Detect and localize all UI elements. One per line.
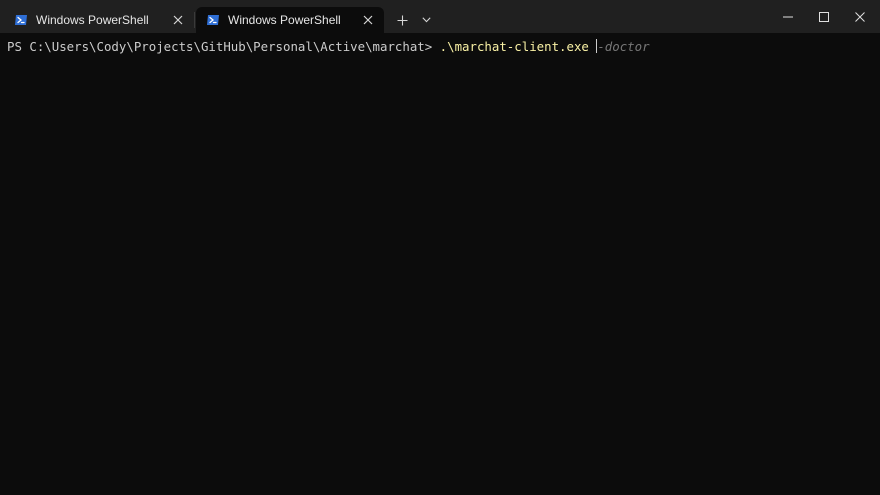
close-window-button[interactable] [842, 0, 878, 33]
terminal-window: Windows PowerShell Windows PowerShell PS… [0, 0, 880, 495]
minimize-icon [783, 16, 793, 17]
tab-label: Windows PowerShell [228, 13, 341, 27]
close-tab-icon[interactable] [360, 12, 376, 28]
tab-divider [194, 12, 195, 28]
minimize-button[interactable] [770, 0, 806, 33]
maximize-button[interactable] [806, 0, 842, 33]
shell-prompt: PS C:\Users\Cody\Projects\GitHub\Persona… [7, 39, 440, 54]
close-tab-icon[interactable] [170, 12, 186, 28]
terminal-area[interactable]: PS C:\Users\Cody\Projects\GitHub\Persona… [0, 33, 880, 495]
powershell-icon [14, 13, 28, 27]
tab-powershell-2[interactable]: Windows PowerShell [196, 7, 384, 33]
tab-powershell-1[interactable]: Windows PowerShell [4, 7, 194, 33]
typed-command: .\marchat-client.exe [439, 39, 597, 54]
title-bar: Windows PowerShell Windows PowerShell [0, 0, 880, 33]
maximize-icon [819, 11, 829, 22]
new-tab-button[interactable] [392, 10, 412, 30]
plus-icon [397, 15, 407, 25]
tab-label: Windows PowerShell [36, 13, 149, 27]
powershell-icon [206, 13, 220, 27]
close-icon [855, 11, 865, 22]
autocomplete-suggestion: -doctor [597, 39, 650, 54]
chevron-down-icon [421, 17, 431, 23]
tab-dropdown-button[interactable] [417, 10, 435, 30]
command-line: PS C:\Users\Cody\Projects\GitHub\Persona… [7, 39, 650, 55]
